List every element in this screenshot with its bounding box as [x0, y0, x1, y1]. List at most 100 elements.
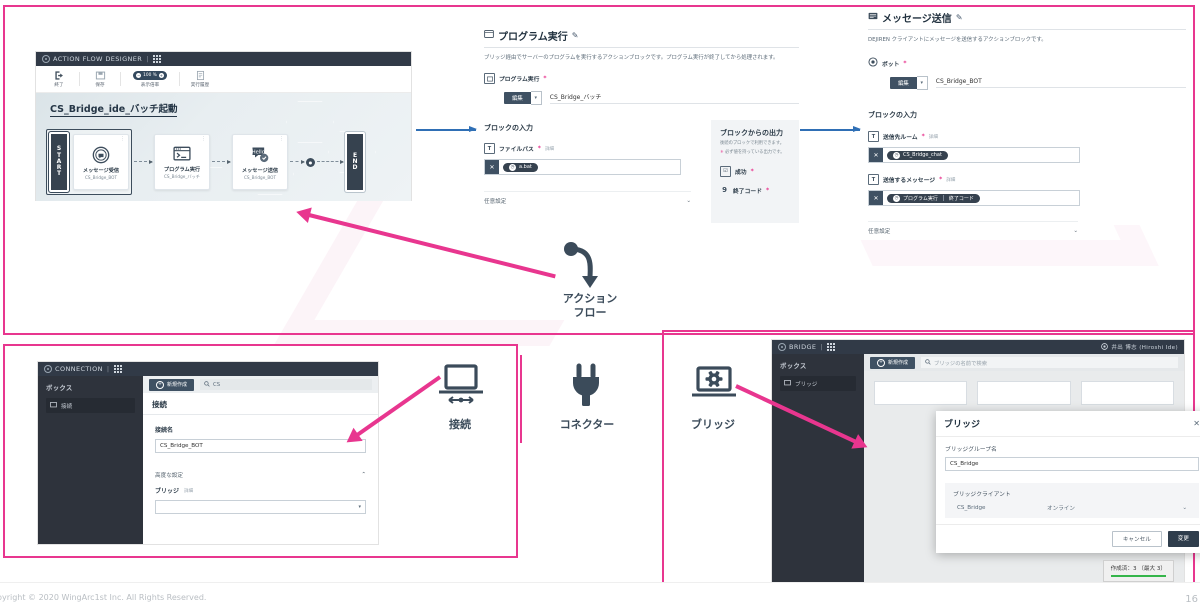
flow-canvas[interactable]: CS_Bridge_ide_バッチ起動 START ⋮ メッセージ受信 CS_B… [36, 93, 411, 201]
file-path-detail-link[interactable]: 詳細 [545, 146, 554, 152]
divider-1 [520, 355, 522, 443]
bridge-field-label-row: ブリッジ 詳細 [155, 486, 366, 495]
clear-icon[interactable]: ✕ [869, 191, 883, 206]
bridge-card[interactable] [977, 381, 1071, 405]
sidebar-item-bridge[interactable]: ブリッジ [780, 376, 856, 391]
close-icon[interactable]: ✕ [1193, 419, 1200, 428]
zoom-in-icon[interactable]: + [158, 73, 164, 79]
cancel-button[interactable]: キャンセル [1111, 531, 1162, 547]
required-marker: * [543, 75, 547, 83]
room-chip[interactable]: ◷ CS_Bridge_chat [887, 150, 948, 160]
output-note-2: ✳ 必ず値を持っている出力です。 [720, 150, 785, 156]
node-menu-icon[interactable]: ⋮ [201, 137, 206, 142]
group-name-label: ブリッジグループ名 [945, 447, 997, 453]
slide-root: ACTION FLOW DESIGNER | 終了 保存 − 100 % + 表… [0, 0, 1200, 605]
group-name-value: CS_Bridge [950, 461, 979, 467]
node-subtitle: CS_Bridge_バッチ [164, 174, 200, 179]
search-icon [925, 358, 931, 367]
apps-grid-icon[interactable] [827, 343, 836, 351]
program-field-icon [484, 73, 495, 85]
bridge-title: BRIDGE [789, 343, 817, 351]
group-name-input[interactable]: CS_Bridge [945, 457, 1199, 471]
action-flow-designer-window: ACTION FLOW DESIGNER | 終了 保存 − 100 % + 表… [36, 52, 411, 201]
room-input[interactable]: ✕ ◷ CS_Bridge_chat [868, 147, 1080, 164]
edit-pencil-icon[interactable]: ✎ [572, 31, 579, 40]
connection-search-input[interactable]: CS [200, 379, 372, 390]
file-path-chip[interactable]: ◷ a.bat [503, 162, 538, 172]
flow-node-row: START ⋮ メッセージ受信 CS_Bridge_BOT ⋮ プログラム実行 … [46, 129, 365, 195]
chevron-down-icon[interactable]: ⌄ [1182, 505, 1187, 511]
flow-node-message-receive[interactable]: ⋮ メッセージ受信 CS_Bridge_BOT [73, 134, 129, 190]
bridge-detail-link[interactable]: 詳細 [184, 488, 193, 494]
footer: opyright © 2020 WingArc1st Inc. All Righ… [0, 582, 1200, 605]
bot-edit-button[interactable]: 編集 [890, 77, 917, 90]
apps-grid-icon[interactable] [113, 365, 122, 373]
bridge-card[interactable] [1080, 381, 1174, 405]
confirm-button[interactable]: 変更 [1167, 531, 1199, 547]
bridge-card-list [864, 371, 1184, 405]
toolbar-save-button[interactable]: 保存 [83, 70, 117, 89]
message-panel-header: メッセージ送信 ✎ [868, 10, 1186, 25]
message-panel-rule [868, 29, 1186, 30]
app-logo-icon [778, 343, 786, 351]
apps-grid-icon[interactable] [152, 55, 161, 63]
clear-icon[interactable]: ✕ [485, 160, 499, 175]
clear-icon[interactable]: ✕ [869, 148, 883, 163]
chevron-down-icon[interactable]: ⌄ [686, 198, 691, 204]
new-bridge-button[interactable]: + 新規作成 [870, 356, 916, 369]
bridge-select[interactable]: ▾ [155, 500, 366, 514]
bridge-card[interactable] [874, 381, 968, 405]
flow-title[interactable]: CS_Bridge_ide_バッチ起動 [50, 101, 178, 117]
bridge-search-input[interactable]: ブリッジの名前で検索 [921, 357, 1178, 368]
box-icon [784, 379, 791, 388]
toolbar-divider-2 [120, 72, 121, 86]
node-menu-icon[interactable]: ⋮ [120, 137, 125, 142]
message-input[interactable]: ✕ ◷ プログラム実行 終了コード [868, 190, 1080, 207]
flow-merge-joint[interactable]: ● [306, 157, 315, 167]
program-edit-row: 編集 ▾ CS_Bridge_バッチ [504, 91, 799, 106]
room-detail-link[interactable]: 詳細 [929, 134, 938, 140]
chevron-up-icon[interactable]: ⌃ [361, 472, 366, 478]
bridge-client-row[interactable]: CS_Bridge オンライン ⌄ [953, 504, 1191, 512]
message-send-icon: Hello [250, 145, 270, 165]
message-chip-icon: ◷ [893, 194, 900, 202]
flow-node-program-exec[interactable]: ⋮ プログラム実行 CS_Bridge_バッチ [154, 134, 210, 190]
message-chip[interactable]: ◷ プログラム実行 終了コード [887, 193, 980, 203]
message-detail-link[interactable]: 詳細 [946, 177, 955, 183]
start-terminator[interactable]: START [48, 131, 70, 193]
zoom-out-icon[interactable]: − [136, 73, 142, 79]
action-flow-label-line2: フロー [573, 305, 607, 319]
chevron-down-icon[interactable]: ▾ [358, 504, 361, 510]
number-icon: 9 [722, 186, 727, 195]
toolbar-exit-label: 終了 [54, 82, 64, 88]
flow-node-message-send[interactable]: ⋮ Hello メッセージ送信 CS_Bridge_BOT [232, 134, 288, 190]
file-path-input[interactable]: ✕ ◷ a.bat [484, 159, 681, 176]
end-terminator[interactable]: END [345, 132, 365, 192]
program-edit-button[interactable]: 編集 [504, 92, 531, 105]
edit-pencil-icon[interactable]: ✎ [956, 13, 963, 22]
node-menu-icon[interactable]: ⋮ [279, 137, 284, 142]
message-panel-description: DEJIREN クライアントにメッセージを送信するアクションブロックです。 [868, 37, 1047, 43]
sidebar-item-connection[interactable]: 接続 [46, 398, 135, 413]
client-name: CS_Bridge [957, 505, 986, 511]
toolbar-history-button[interactable]: 実行履歴 [183, 70, 217, 89]
toolbar-exit-button[interactable]: 終了 [42, 70, 76, 89]
user-menu[interactable]: 井出 博志 (Hiroshi Ide) [1101, 342, 1178, 352]
connection-name-input[interactable]: CS_Bridge_BOT [155, 439, 366, 453]
program-edit-dropdown-icon[interactable]: ▾ [530, 91, 542, 106]
new-connection-button[interactable]: + 新規作成 [149, 378, 195, 391]
toolbar-zoom-label: 表示倍率 [140, 82, 160, 88]
program-optional-settings[interactable]: 任意設定 ⌄ [484, 191, 691, 205]
toolbar-save-label: 保存 [95, 82, 105, 88]
client-label: ブリッジクライアント [953, 492, 1011, 498]
message-input-section-title: ブロックの入力 [868, 111, 917, 120]
advanced-settings-toggle[interactable]: 高度な設定 ⌃ [155, 471, 366, 479]
bot-edit-row: 編集 ▾ CS_Bridge_BOT [890, 76, 1186, 91]
message-optional-settings[interactable]: 任意設定 ⌄ [868, 221, 1078, 235]
flow-connector-3 [290, 159, 305, 164]
toolbar-zoom-control[interactable]: − 100 % + 表示倍率 [124, 70, 176, 89]
zoom-widget[interactable]: − 100 % + [133, 71, 167, 81]
bot-edit-dropdown-icon[interactable]: ▾ [916, 76, 928, 91]
chevron-down-icon[interactable]: ⌄ [1073, 228, 1078, 234]
message-label-row: T 送信するメッセージ * 詳細 [868, 174, 1186, 186]
